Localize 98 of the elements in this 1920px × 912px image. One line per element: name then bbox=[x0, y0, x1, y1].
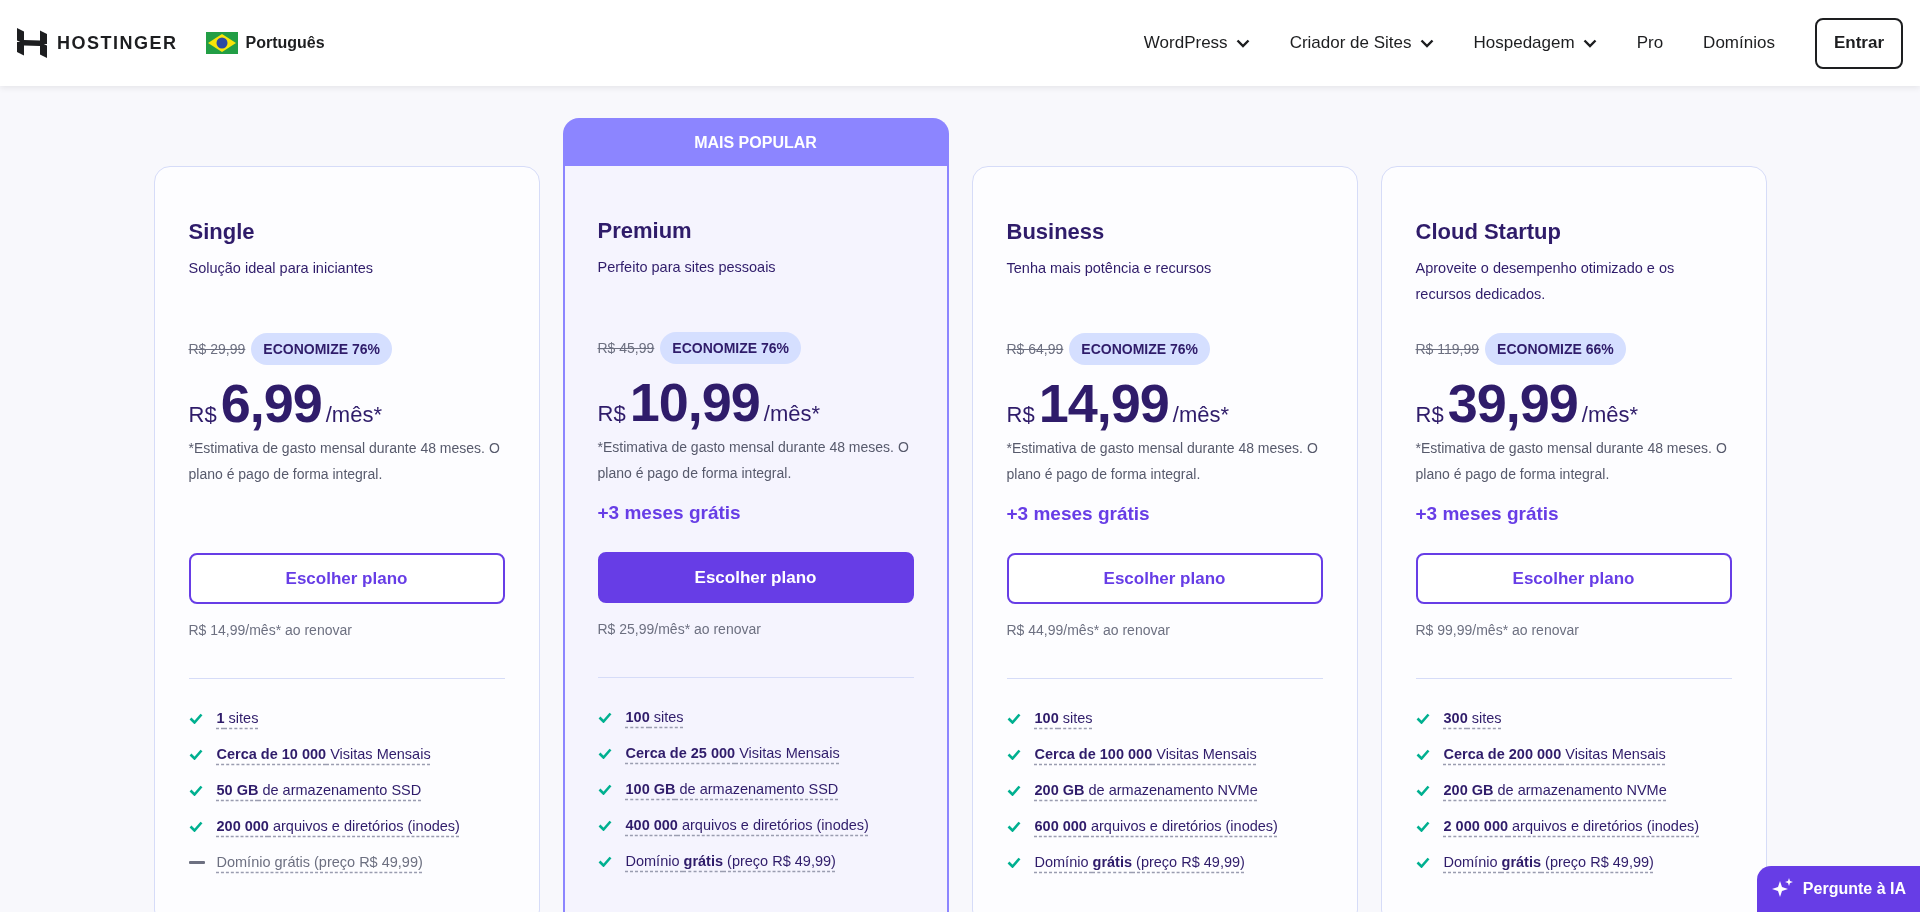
feature-text: Cerca de 200 000 Visitas Mensais bbox=[1443, 745, 1666, 764]
chevron-down-icon bbox=[1235, 38, 1250, 48]
nav-link[interactable]: Pro bbox=[1636, 33, 1664, 53]
price-period: /mês* bbox=[1581, 402, 1638, 428]
choose-plan-button[interactable]: Escolher plano bbox=[597, 552, 914, 603]
price-period: /mês* bbox=[325, 402, 382, 428]
price-amount: 6,99 bbox=[220, 375, 322, 431]
choose-plan-button[interactable]: Escolher plano bbox=[1006, 553, 1323, 604]
check-icon bbox=[597, 855, 612, 867]
price-note: *Estimativa de gasto mensal durante 48 meses. O plano é pago de forma integral. bbox=[1006, 439, 1319, 484]
feature-text: 600 000 arquivos e diretórios (inodes) bbox=[1034, 817, 1278, 836]
price-amount: 39,99 bbox=[1447, 375, 1578, 431]
check-icon bbox=[1006, 784, 1021, 796]
feature-text: 1 sites bbox=[216, 709, 259, 728]
old-price: R$ 45,99 bbox=[597, 340, 655, 356]
dash-icon bbox=[188, 860, 205, 864]
feature-text: 400 000 arquivos e diretórios (inodes) bbox=[625, 816, 869, 835]
currency: R$ bbox=[597, 401, 626, 427]
nav-link[interactable]: Domínios bbox=[1703, 33, 1775, 53]
chevron-down-icon bbox=[1582, 38, 1597, 48]
nav-link[interactable]: WordPress bbox=[1143, 33, 1250, 53]
choose-plan-button[interactable]: Escolher plano bbox=[188, 553, 505, 604]
discount-badge: ECONOMIZE 76% bbox=[660, 332, 802, 364]
check-icon bbox=[1006, 748, 1021, 760]
feature-text: 100 sites bbox=[1034, 709, 1093, 728]
plan-description: Tenha mais potência e recursos bbox=[1006, 259, 1213, 278]
feature-text: Domínio grátis (preço R$ 49,99) bbox=[625, 852, 836, 871]
nav-link[interactable]: Hospedagem bbox=[1473, 33, 1597, 53]
chevron-down-icon bbox=[1419, 38, 1434, 48]
check-icon bbox=[188, 712, 203, 724]
check-icon bbox=[1415, 784, 1430, 796]
check-icon bbox=[597, 819, 612, 831]
price-amount: 14,99 bbox=[1038, 375, 1169, 431]
price-note: *Estimativa de gasto mensal durante 48 meses. O plano é pago de forma integral. bbox=[597, 438, 910, 483]
check-icon bbox=[1415, 712, 1430, 724]
check-icon bbox=[1006, 712, 1021, 724]
plan-name: Premium bbox=[597, 218, 693, 244]
feature-text: Domínio grátis (preço R$ 49,99) bbox=[1443, 853, 1654, 872]
language-selector[interactable]: Português bbox=[205, 32, 325, 54]
feature-text: 200 000 arquivos e diretórios (inodes) bbox=[216, 817, 460, 836]
check-icon bbox=[1006, 856, 1021, 868]
price-period: /mês* bbox=[1172, 402, 1229, 428]
renewal-price: R$ 25,99/mês* ao renovar bbox=[597, 621, 762, 637]
discount-badge: ECONOMIZE 76% bbox=[251, 333, 393, 365]
check-icon bbox=[597, 747, 612, 759]
bonus-text: +3 meses grátis bbox=[1415, 503, 1559, 525]
currency: R$ bbox=[1006, 402, 1035, 428]
feature-text: 200 GB de armazenamento NVMe bbox=[1034, 781, 1258, 800]
popular-badge: MAIS POPULAR bbox=[562, 118, 949, 166]
logo-icon bbox=[17, 28, 47, 58]
renewal-price: R$ 99,99/mês* ao renovar bbox=[1415, 622, 1580, 638]
old-price: R$ 119,99 bbox=[1415, 341, 1480, 357]
feature-text: 100 GB de armazenamento SSD bbox=[625, 780, 839, 799]
bonus-text: +3 meses grátis bbox=[597, 502, 741, 524]
feature-text: 2 000 000 arquivos e diretórios (inodes) bbox=[1443, 817, 1700, 836]
plan-name: Single bbox=[188, 219, 256, 245]
plan-name: Cloud Startup bbox=[1415, 219, 1562, 245]
feature-text: Cerca de 100 000 Visitas Mensais bbox=[1034, 745, 1257, 764]
login-button[interactable]: Entrar bbox=[1814, 17, 1903, 69]
check-icon bbox=[1415, 820, 1430, 832]
old-price: R$ 29,99 bbox=[188, 341, 246, 357]
currency: R$ bbox=[1415, 402, 1444, 428]
discount-badge: ECONOMIZE 66% bbox=[1485, 333, 1626, 365]
check-icon bbox=[1006, 820, 1021, 832]
price-note: *Estimativa de gasto mensal durante 48 meses. O plano é pago de forma integral. bbox=[188, 439, 501, 484]
check-icon bbox=[188, 784, 203, 796]
price-period: /mês* bbox=[763, 401, 820, 427]
price-note: *Estimativa de gasto mensal durante 48 meses. O plano é pago de forma integral. bbox=[1415, 439, 1728, 484]
feature-text: Domínio grátis (preço R$ 49,99) bbox=[216, 853, 423, 872]
check-icon bbox=[188, 820, 203, 832]
plan-name: Business bbox=[1006, 219, 1106, 245]
feature-text: 100 sites bbox=[625, 708, 684, 727]
discount-badge: ECONOMIZE 76% bbox=[1069, 333, 1211, 365]
choose-plan-button[interactable]: Escolher plano bbox=[1415, 553, 1732, 604]
feature-text: 50 GB de armazenamento SSD bbox=[216, 781, 422, 800]
price-amount: 10,99 bbox=[629, 374, 760, 430]
old-price: R$ 64,99 bbox=[1006, 341, 1064, 357]
check-icon bbox=[597, 711, 612, 723]
plan-description: Perfeito para sites pessoais bbox=[597, 258, 777, 277]
feature-text: Cerca de 25 000 Visitas Mensais bbox=[625, 744, 840, 763]
ask-ai-button[interactable]: Pergunte à IA bbox=[1756, 866, 1920, 912]
plan-description: Solução ideal para iniciantes bbox=[188, 259, 375, 278]
plan-description: Aproveite o desempenho otimizado e os recursos dedicados. bbox=[1415, 259, 1676, 304]
currency: R$ bbox=[188, 402, 217, 428]
check-icon bbox=[597, 783, 612, 795]
renewal-price: R$ 44,99/mês* ao renovar bbox=[1006, 622, 1171, 638]
flag-icon bbox=[205, 32, 238, 54]
feature-text: 200 GB de armazenamento NVMe bbox=[1443, 781, 1667, 800]
feature-text: Domínio grátis (preço R$ 49,99) bbox=[1034, 853, 1245, 872]
bonus-text: +3 meses grátis bbox=[1006, 503, 1150, 525]
feature-text: 300 sites bbox=[1443, 709, 1502, 728]
check-icon bbox=[188, 748, 203, 760]
check-icon bbox=[1415, 856, 1430, 868]
feature-text: Cerca de 10 000 Visitas Mensais bbox=[216, 745, 431, 764]
check-icon bbox=[1415, 748, 1430, 760]
brand-name: HOSTINGER bbox=[57, 32, 178, 54]
nav-link[interactable]: Criador de Sites bbox=[1289, 33, 1434, 53]
renewal-price: R$ 14,99/mês* ao renovar bbox=[188, 622, 353, 638]
